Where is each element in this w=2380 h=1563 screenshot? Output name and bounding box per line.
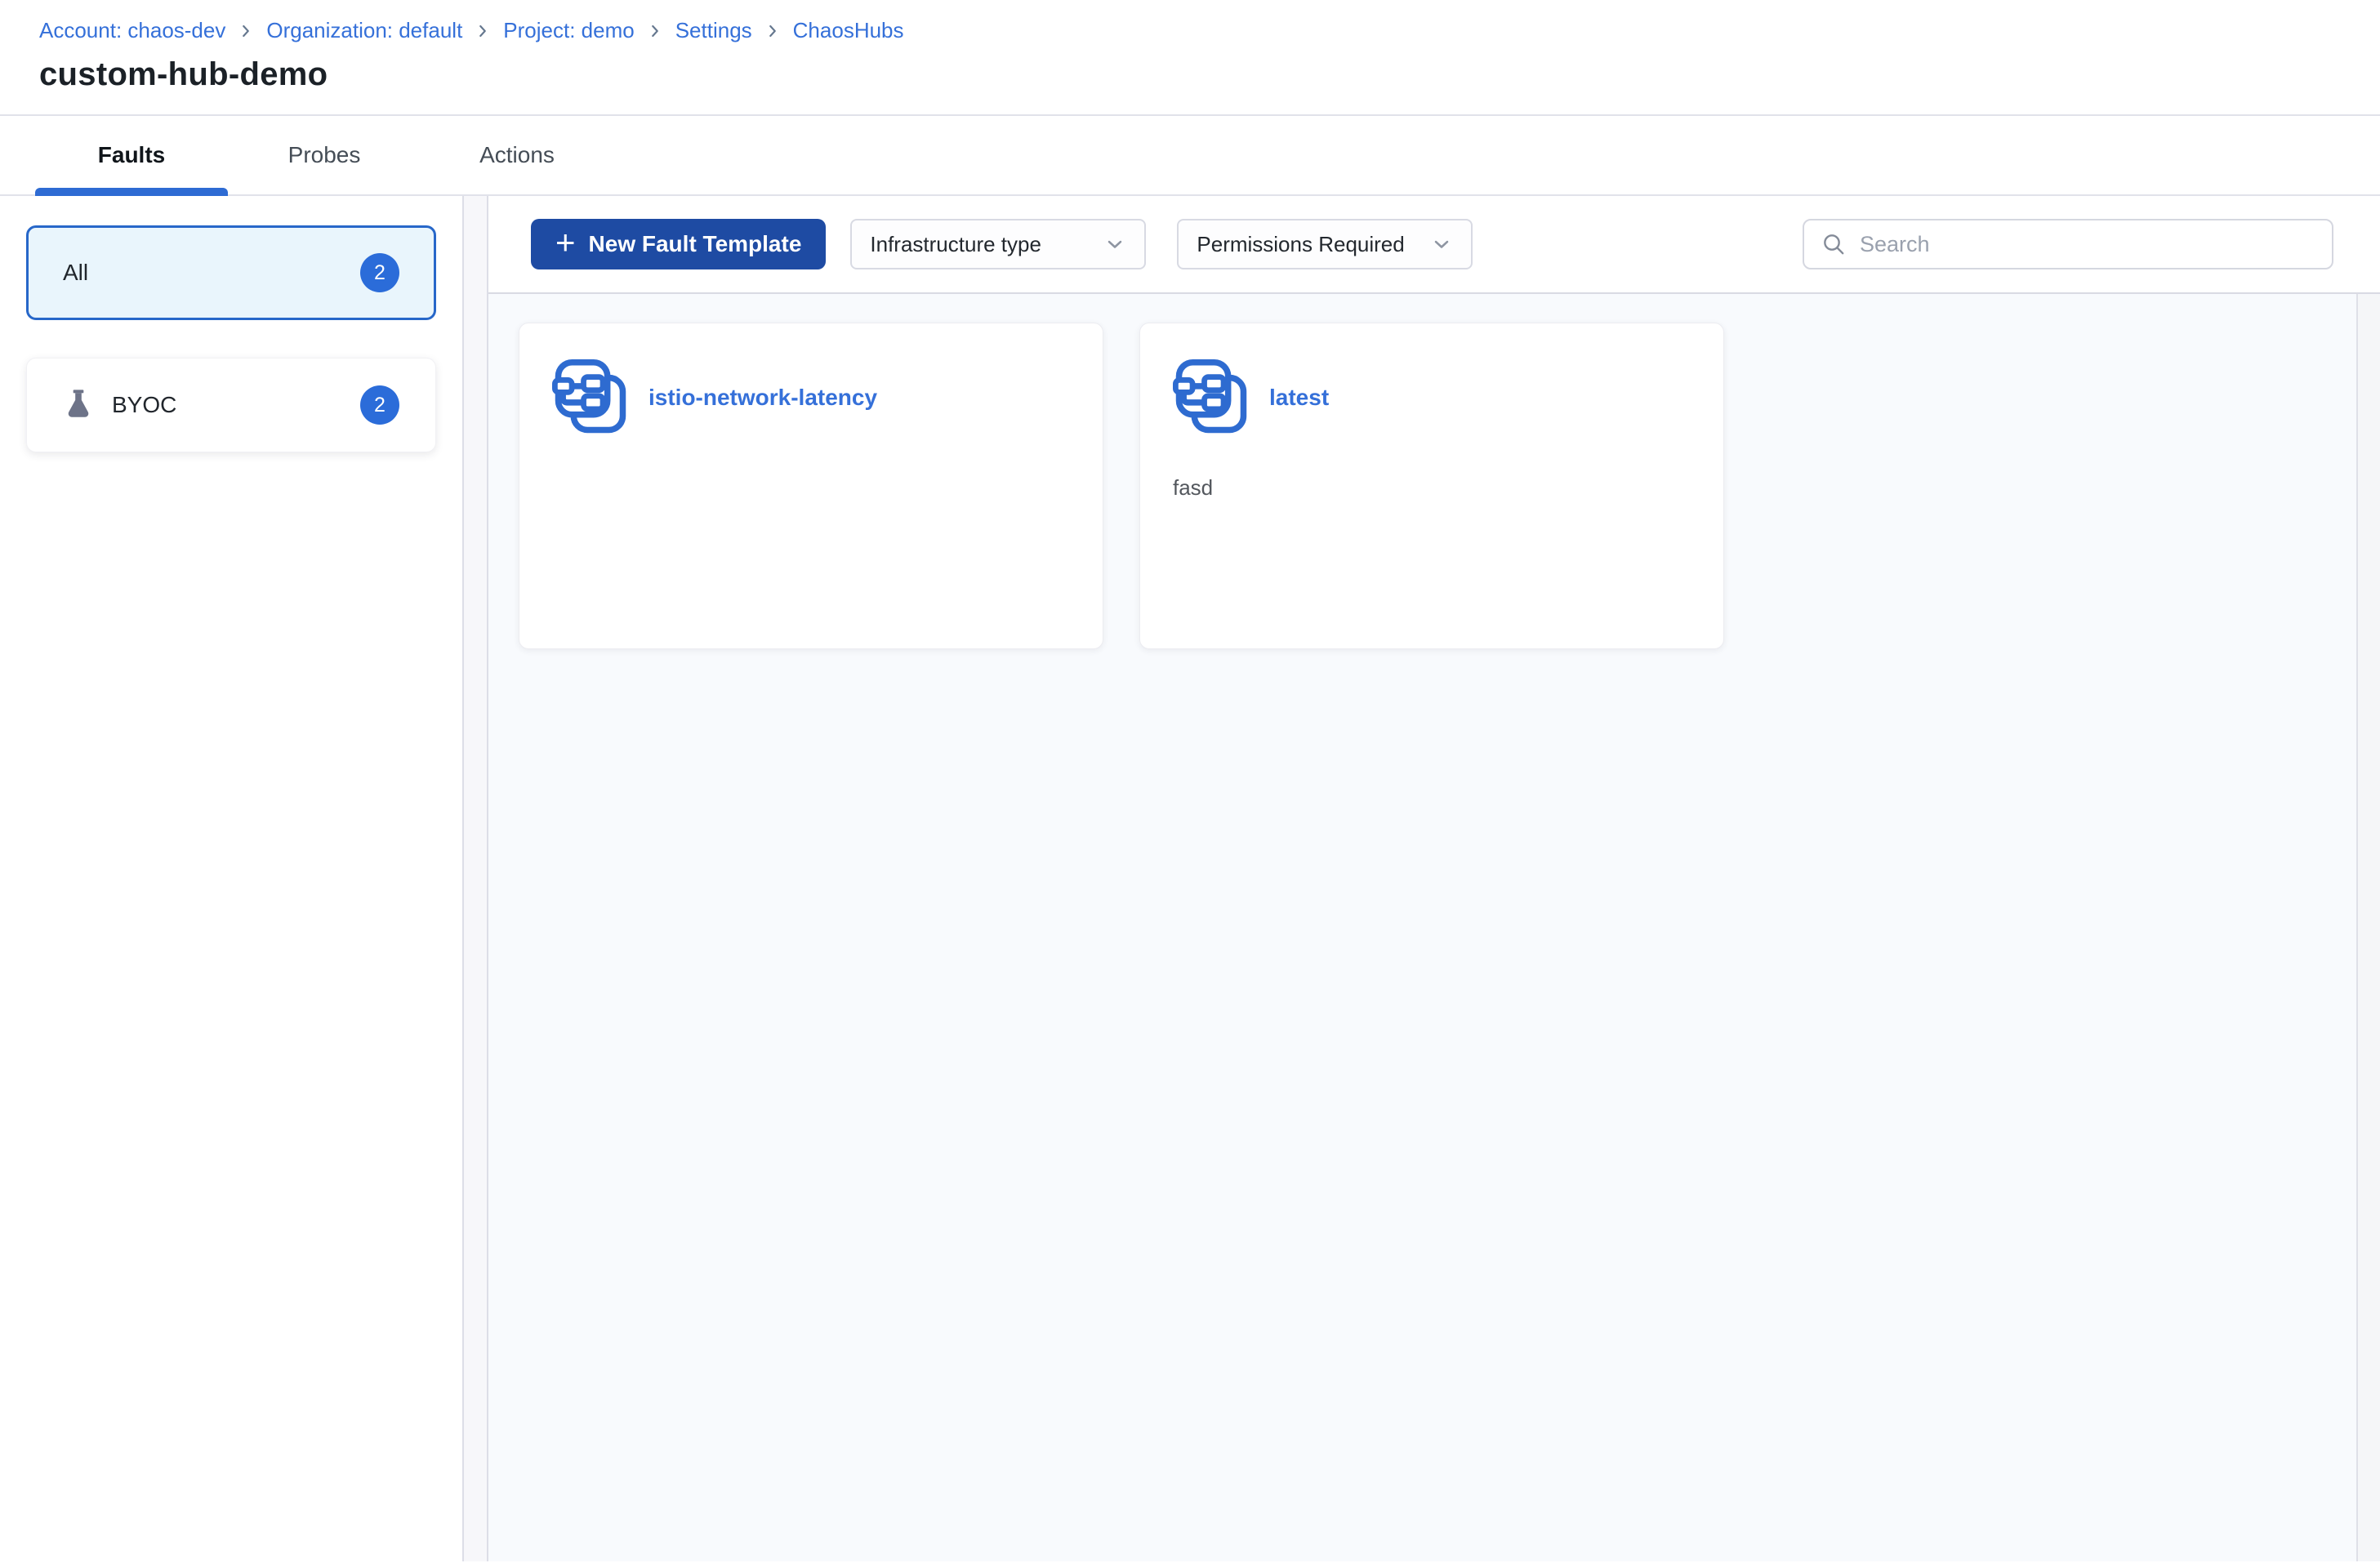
infrastructure-type-label: Infrastructure type: [870, 231, 1041, 256]
tab-faults[interactable]: Faults: [35, 116, 228, 196]
breadcrumb-chaoshubs-link[interactable]: ChaosHubs: [793, 18, 904, 43]
page-header: Account: chaos-dev Organization: default…: [0, 0, 2380, 116]
tab-faults-label: Faults: [97, 142, 166, 167]
fault-template-icon: [1173, 359, 1247, 434]
chevron-right-icon: [237, 22, 255, 40]
tab-bar: Faults Probes Actions: [0, 116, 2380, 196]
tab-probes[interactable]: Probes: [228, 116, 421, 194]
search-input[interactable]: [1858, 230, 2322, 258]
flask-icon: [68, 390, 89, 417]
breadcrumb: Account: chaos-dev Organization: default…: [39, 18, 2341, 43]
hub-category-sidebar: All 2 BYOC 2: [0, 196, 464, 1561]
sidebar-item-byoc-label: BYOC: [112, 392, 177, 417]
fault-template-grid: istio-network-latency latest fasd: [519, 323, 2380, 649]
tab-actions[interactable]: Actions: [421, 116, 613, 194]
count-badge: 2: [360, 253, 399, 292]
sidebar-resizer[interactable]: [464, 196, 488, 1561]
fault-template-card: istio-network-latency: [519, 323, 1103, 649]
chevron-right-icon: [764, 22, 782, 40]
tab-actions-label: Actions: [479, 142, 555, 167]
new-fault-template-label: New Fault Template: [588, 231, 802, 256]
chevron-right-icon: [474, 22, 492, 40]
permissions-required-label: Permissions Required: [1197, 231, 1405, 256]
content-pane: + New Fault Template Infrastructure type…: [488, 196, 2380, 1561]
tab-probes-label: Probes: [287, 142, 361, 167]
active-tab-underline: [35, 188, 228, 196]
new-fault-template-button[interactable]: + New Fault Template: [531, 219, 827, 269]
breadcrumb-account-link[interactable]: Account: chaos-dev: [39, 18, 225, 43]
scrollbar-track[interactable]: [2356, 294, 2380, 1561]
sidebar-item-byoc[interactable]: BYOC 2: [26, 358, 436, 452]
chevron-right-icon: [646, 22, 664, 40]
fault-template-card: latest fasd: [1139, 323, 1724, 649]
chaoshubs-page: Account: chaos-dev Organization: default…: [0, 0, 2380, 1561]
permissions-required-dropdown[interactable]: Permissions Required: [1177, 219, 1473, 269]
infrastructure-type-dropdown[interactable]: Infrastructure type: [850, 219, 1147, 269]
search-icon: [1824, 234, 1844, 255]
count-badge: 2: [360, 385, 399, 425]
fault-templates-area: istio-network-latency latest fasd: [488, 294, 2380, 1561]
chevron-down-icon: [1435, 240, 1449, 248]
sidebar-item-all-label: All: [63, 260, 89, 285]
sidebar-item-all[interactable]: All 2: [26, 225, 436, 320]
chevron-down-icon: [1108, 240, 1122, 248]
toolbar: + New Fault Template Infrastructure type…: [488, 196, 2380, 294]
fault-template-link[interactable]: istio-network-latency: [648, 385, 877, 411]
breadcrumb-project-link[interactable]: Project: demo: [503, 18, 634, 43]
page-body: All 2 BYOC 2 + New Fault Template Infras…: [0, 196, 2380, 1561]
fault-template-icon: [552, 359, 626, 434]
breadcrumb-settings-link[interactable]: Settings: [675, 18, 752, 43]
plus-icon: +: [555, 222, 576, 261]
fault-template-link[interactable]: latest: [1269, 385, 1329, 411]
page-title: custom-hub-demo: [39, 56, 328, 93]
fault-template-description: [552, 475, 1070, 500]
breadcrumb-organization-link[interactable]: Organization: default: [266, 18, 462, 43]
search-box: [1803, 219, 2333, 269]
fault-template-description: fasd: [1173, 475, 1214, 500]
